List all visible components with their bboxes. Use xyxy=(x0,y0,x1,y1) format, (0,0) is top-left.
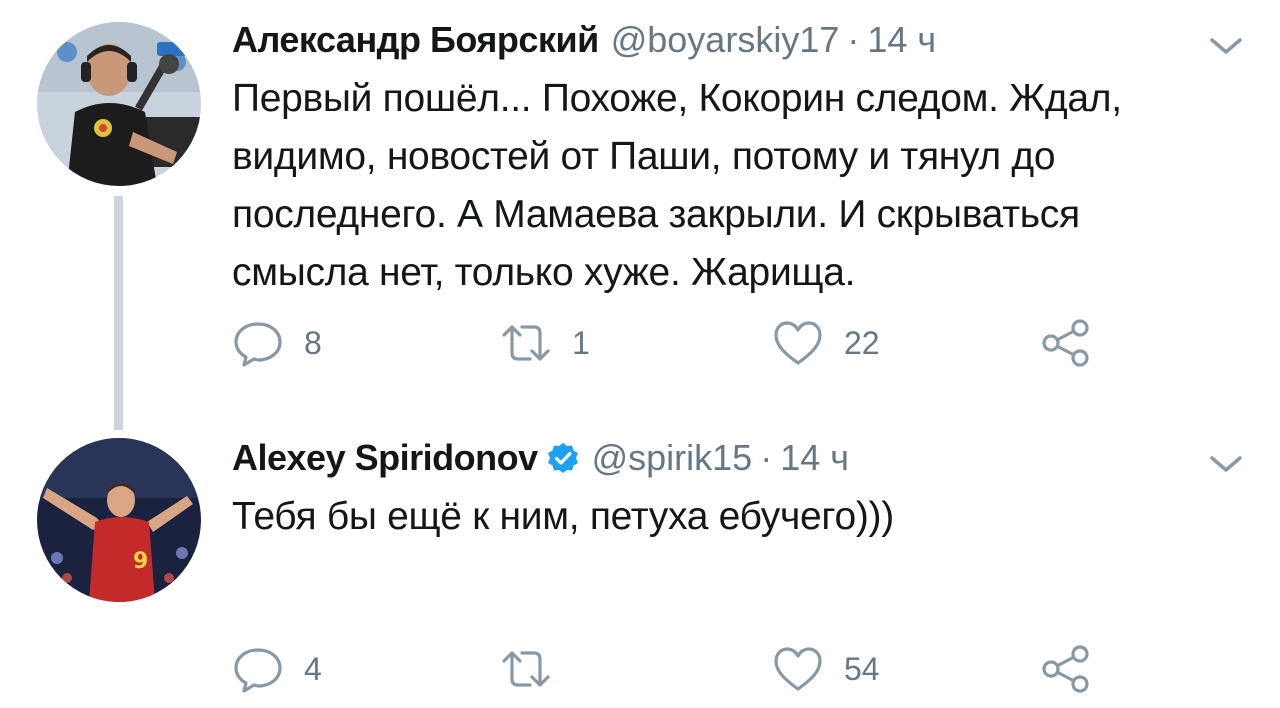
retweet-button[interactable]: 1 xyxy=(500,318,590,368)
timestamp[interactable]: 14 ч xyxy=(867,18,936,62)
thread-connector-line xyxy=(114,196,123,430)
retweet-count: 1 xyxy=(572,324,590,361)
author-handle[interactable]: @boyarskiy17 xyxy=(611,18,840,62)
tweet-header: Александр Боярский @boyarskiy17 · 14 ч xyxy=(232,18,936,62)
like-icon xyxy=(774,647,822,691)
share-icon xyxy=(1042,319,1089,367)
retweet-icon xyxy=(502,325,550,361)
reply-icon xyxy=(234,322,282,367)
like-button[interactable]: 22 xyxy=(772,318,880,368)
like-count: 22 xyxy=(844,324,880,361)
reply-button[interactable]: 8 xyxy=(232,318,322,368)
retweet-icon xyxy=(502,651,550,687)
avatar[interactable] xyxy=(37,22,201,186)
svg-text:9: 9 xyxy=(133,549,148,574)
author-name[interactable]: Alexey Spiridonov xyxy=(232,436,538,480)
share-button[interactable] xyxy=(1040,644,1092,694)
author-name[interactable]: Александр Боярский xyxy=(232,18,599,62)
tweet-actions: 4 54 xyxy=(232,644,1132,694)
like-button[interactable]: 54 xyxy=(772,644,880,694)
retweet-button[interactable] xyxy=(500,644,572,694)
tweet-actions: 8 1 22 xyxy=(232,318,1132,368)
avatar[interactable]: 9 xyxy=(37,438,201,602)
avatar-image-radio-studio xyxy=(37,22,201,186)
reply-count: 4 xyxy=(304,650,322,687)
chevron-down-icon[interactable] xyxy=(1208,452,1244,476)
separator-dot: · xyxy=(847,19,860,60)
share-icon xyxy=(1042,645,1089,693)
reply-icon xyxy=(234,648,282,693)
share-button[interactable] xyxy=(1040,318,1092,368)
reply-button[interactable]: 4 xyxy=(232,644,322,694)
like-icon xyxy=(774,321,822,365)
timestamp[interactable]: 14 ч xyxy=(780,436,849,480)
tweet-text: Первый пошёл... Похоже, Кокорин следом. … xyxy=(232,77,1122,294)
tweet-text: Тебя бы ещё к ним, петуха ебучего))) xyxy=(232,495,894,538)
like-count: 54 xyxy=(844,650,880,687)
reply-count: 8 xyxy=(304,324,322,361)
verified-badge-icon xyxy=(547,443,578,473)
tweet-header: Alexey Spiridonov @spirik15 · 14 ч xyxy=(232,436,849,480)
chevron-down-icon[interactable] xyxy=(1208,34,1244,58)
author-handle[interactable]: @spirik15 xyxy=(592,436,753,480)
separator-dot: · xyxy=(760,437,773,478)
avatar-image-volleyball-player: 9 xyxy=(37,438,201,602)
